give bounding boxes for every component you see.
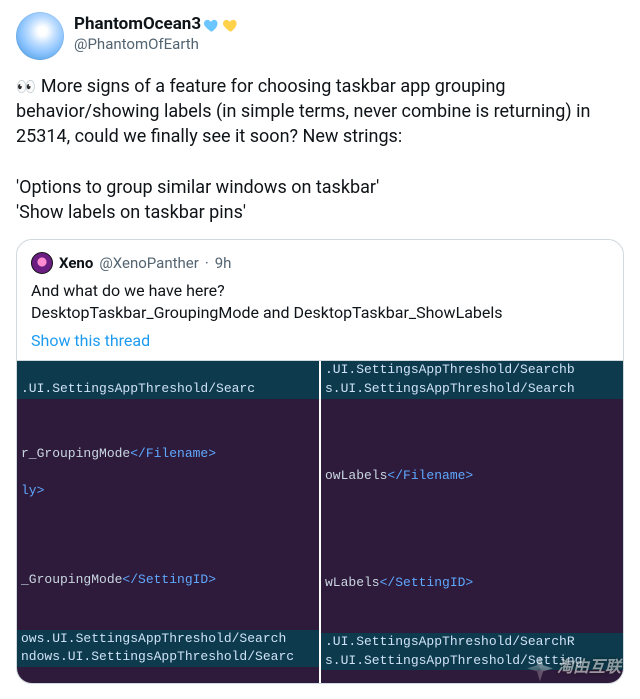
code-text: owLabels <box>325 468 387 483</box>
code-text: ly> <box>21 483 44 498</box>
quoted-tweet-inner: Xeno @XenoPanther · 9h And what do we ha… <box>17 240 623 360</box>
quoted-avatar[interactable] <box>31 252 53 274</box>
watermark: 淘由互联 <box>527 655 621 681</box>
code-text: .UI.SettingsAppThreshold/Searchb <box>325 362 575 377</box>
code-pane-right: .UI.SettingsAppThreshold/Searchb s.UI.Se… <box>321 361 623 683</box>
quoted-time: 9h <box>215 254 232 272</box>
show-thread-link[interactable]: Show this thread <box>31 331 609 350</box>
code-pane-left: .UI.SettingsAppThreshold/Searc r_Groupin… <box>17 361 319 683</box>
quoted-handle: @XenoPanther <box>99 254 199 272</box>
blue-heart-icon <box>203 17 220 34</box>
author-names: PhantomOcean3 @PhantomOfEarth <box>74 12 239 54</box>
code-text: wLabels <box>325 575 380 590</box>
tweet-text-2: 'Options to group similar windows on tas… <box>16 177 379 198</box>
code-text: ows.UI.SettingsAppThreshold/Search <box>21 631 286 646</box>
tweet-container: PhantomOcean3 @PhantomOfEarth 👀 More sig… <box>0 0 640 684</box>
tweet-body: 👀 More signs of a feature for choosing t… <box>16 74 624 225</box>
author-handle[interactable]: @PhantomOfEarth <box>74 35 239 54</box>
quoted-header: Xeno @XenoPanther · 9h <box>31 252 609 274</box>
code-text: _GroupingMode <box>21 572 122 587</box>
watermark-icon <box>527 655 553 681</box>
code-text: r_GroupingMode <box>21 446 130 461</box>
dot-separator: · <box>205 254 209 272</box>
tweet-header: PhantomOcean3 @PhantomOfEarth <box>16 12 624 60</box>
code-text: </SettingID> <box>122 572 216 587</box>
eyes-emoji: 👀 <box>16 77 32 96</box>
author-display-name: PhantomOcean3 <box>74 14 201 35</box>
author-display-name-row[interactable]: PhantomOcean3 <box>74 14 239 35</box>
code-text: ndows.UI.SettingsAppThreshold/Searc <box>21 649 294 664</box>
code-text: .UI.SettingsAppThreshold/Searc <box>21 381 255 396</box>
code-text: </Filename> <box>130 446 216 461</box>
quoted-display-name: Xeno <box>59 254 93 272</box>
code-text: </Filename> <box>387 468 473 483</box>
code-text: .UI.SettingsAppThreshold/SearchR <box>325 634 575 649</box>
author-avatar[interactable] <box>16 12 64 60</box>
watermark-text: 淘由互联 <box>557 657 621 680</box>
quoted-media[interactable]: .UI.SettingsAppThreshold/Searc r_Groupin… <box>17 360 623 683</box>
code-text: </SettingID> <box>380 575 474 590</box>
tweet-text-3: 'Show labels on taskbar pins' <box>16 202 246 223</box>
tweet-text-1: More signs of a feature for choosing tas… <box>16 76 595 147</box>
code-text: s.UI.SettingsAppThreshold/Search <box>325 381 575 396</box>
quoted-tweet[interactable]: Xeno @XenoPanther · 9h And what do we ha… <box>16 239 624 684</box>
yellow-heart-icon <box>222 17 239 34</box>
quoted-body: And what do we have here? DesktopTaskbar… <box>31 280 609 323</box>
